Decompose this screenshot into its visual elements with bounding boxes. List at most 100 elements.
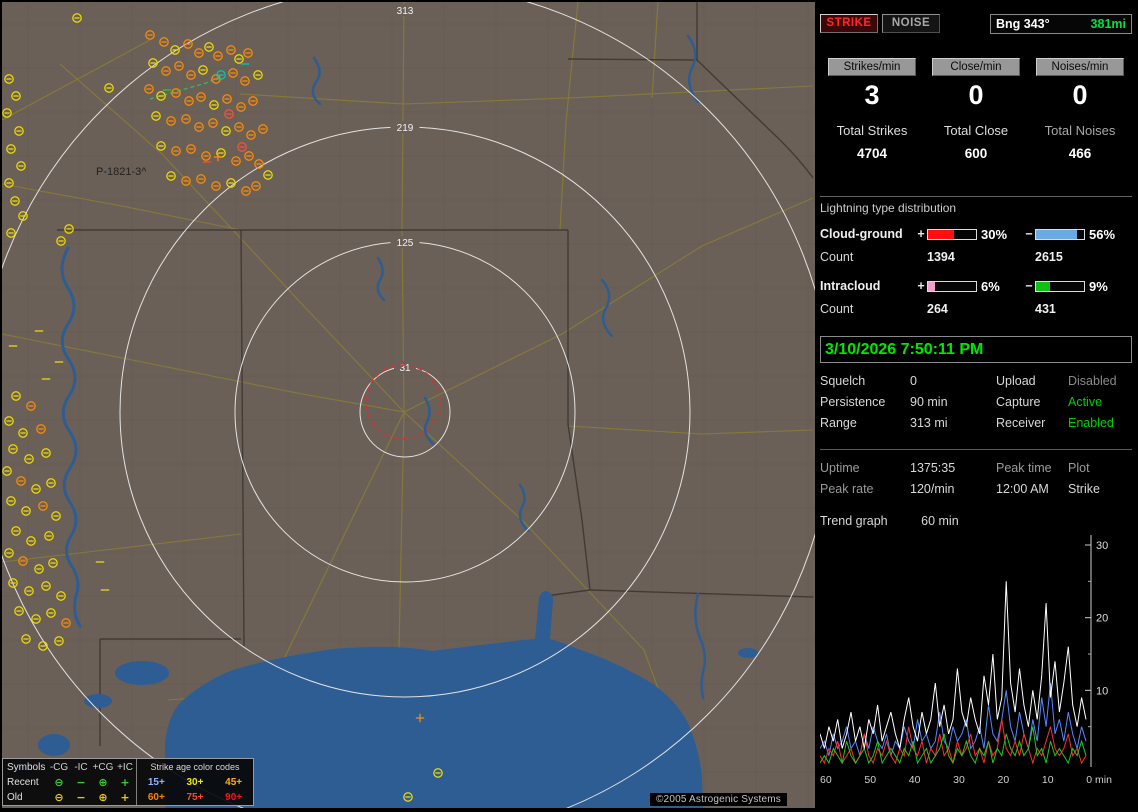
trend-y-tick-label: 10 (1096, 685, 1108, 697)
age-code: 45+ (225, 777, 243, 788)
map-legend: Symbols -CG -IC +CG +IC Strike age color… (2, 758, 254, 806)
neg-ic-icon: − (76, 776, 86, 789)
divider (820, 449, 1132, 450)
cloud-ground-counts: Count 1394 2615 (820, 247, 1132, 267)
status-label: Receiver (996, 416, 1046, 430)
noises-per-min-button[interactable]: Noises/min (1036, 58, 1124, 76)
status-label: Range (820, 416, 857, 430)
datetime-display: 3/10/2026 7:50:11 PM (820, 336, 1132, 363)
peak-rate-label: Peak rate (820, 482, 874, 496)
map-canvas[interactable]: 31125219313 P-1821-3^ (2, 2, 815, 808)
total-noises-value: 466 (1068, 146, 1092, 161)
negative-percent: 56% (1089, 226, 1116, 242)
legend-col-neg-ic: -IC (74, 761, 88, 773)
pos-cg-icon: ⊕ (98, 791, 108, 804)
trend-x-tick-label: 50 (864, 774, 877, 786)
cloud-ground-row: Cloud-ground + 30% − 56% (820, 223, 1132, 245)
age-code: 15+ (147, 777, 165, 788)
toolbar: STRIKE NOISE Bng 343° 381mi (820, 14, 1132, 36)
neg-ic-icon: − (76, 791, 86, 804)
trend-x-tick-label: 10 (1041, 774, 1054, 786)
negative-count: 2615 (1035, 250, 1063, 264)
map-view[interactable]: 31 125 219 313 P-1821-3^ Symbols -CG -IC +C… (2, 2, 815, 808)
trend-x-tick-label: 30 (953, 774, 965, 786)
negative-percent: 9% (1089, 278, 1108, 294)
close-per-min-button[interactable]: Close/min (932, 58, 1020, 76)
trend-series-noise (819, 726, 1087, 765)
status-value: Enabled (1068, 416, 1114, 430)
range-ring-label: 125 (397, 238, 414, 249)
status-value: 0 (910, 374, 917, 388)
legend-col-neg-cg: -CG (49, 761, 69, 773)
plus-sign: + (917, 227, 925, 241)
strikes-per-min-value: 3 (864, 80, 880, 110)
peak-time-value: 12:00 AM (996, 482, 1049, 496)
copyright: ©2005 Astrogenic Systems (649, 793, 787, 806)
trend-y-tick-label: 30 (1096, 540, 1108, 552)
trend-x-tick-label: 40 (908, 774, 921, 786)
legend-row-old: Old ⊖ − ⊕ + 60+ 75+ 90+ (3, 790, 253, 805)
bearing-range: 381mi (1090, 17, 1126, 31)
total-strikes-label: Total Strikes (836, 123, 908, 138)
range-ring-label: 313 (397, 6, 414, 17)
pos-cg-icon: ⊕ (98, 776, 108, 789)
close-per-min-value: 0 (968, 80, 984, 110)
minus-sign: − (1025, 279, 1033, 293)
bearing-value: Bng 343° (996, 17, 1050, 31)
age-code: 60+ (147, 792, 165, 803)
pos-ic-icon: + (120, 791, 130, 804)
status-value: Active (1068, 395, 1103, 409)
age-code: 75+ (186, 792, 204, 803)
legend-age-title: Strike age color codes (136, 759, 253, 775)
neg-cg-icon: ⊖ (54, 776, 64, 789)
minus-sign: − (1025, 227, 1033, 241)
trend-graph: 10 20 30 (819, 533, 1120, 770)
neg-cg-icon: ⊖ (54, 791, 64, 804)
status-grid: Squelch 0 Upload Disabled Persistence 90… (820, 374, 1132, 430)
lake (115, 661, 169, 685)
total-noises-label: Total Noises (1044, 123, 1116, 138)
trend-window: 60 min (921, 514, 959, 528)
status-value: 313 mi (910, 416, 948, 430)
legend-col-pos-ic: +IC (117, 761, 133, 773)
total-close-label: Total Close (943, 123, 1009, 138)
noises-column: Noises/min 0 Total Noises 466 (1028, 58, 1132, 161)
legend-row-recent: Recent ⊖ − ⊕ + 15+ 30+ 45+ (3, 775, 253, 790)
status-label: Upload (996, 374, 1036, 388)
negative-bar (1035, 228, 1085, 240)
positive-count: 1394 (927, 250, 955, 264)
noise-button[interactable]: NOISE (882, 14, 940, 33)
range-ring-label: 219 (397, 123, 414, 134)
side-panel: STRIKE NOISE Bng 343° 381mi Strikes/min … (818, 2, 1136, 810)
intracloud-row: Intracloud + 6% − 9% (820, 275, 1132, 297)
trend-graph-label: Trend graph 60 min (820, 514, 959, 528)
positive-count: 264 (927, 302, 948, 316)
status-value: Disabled (1068, 374, 1117, 388)
positive-bar (927, 228, 977, 240)
uptime-value: 1375:35 (910, 461, 956, 475)
strike-button[interactable]: STRIKE (820, 14, 878, 33)
lake (84, 694, 112, 708)
trend-x-tick-label: 20 (997, 774, 1010, 786)
trend-x-tick-label: 0 min (1086, 774, 1112, 786)
storm-cell-label: P-1821-3^ (96, 166, 147, 178)
lake (38, 734, 70, 756)
status-label: Persistence (820, 395, 886, 409)
total-strikes-value: 4704 (856, 146, 888, 161)
distribution-section: Lightning type distribution Cloud-ground… (820, 196, 1132, 319)
strikes-per-min-button[interactable]: Strikes/min (828, 58, 916, 76)
trend-x-axis: 60 50 40 30 20 10 0 min (820, 774, 1112, 786)
positive-percent: 6% (981, 278, 1000, 294)
close-column: Close/min 0 Total Close 600 (924, 58, 1028, 161)
trend-x-tick-label: 60 (820, 774, 832, 786)
negative-count: 431 (1035, 302, 1056, 316)
uptime-grid: Uptime 1375:35 Peak time Plot Peak rate … (820, 461, 1132, 496)
distribution-title: Lightning type distribution (820, 196, 1132, 215)
strikes-column: Strikes/min 3 Total Strikes 4704 (820, 58, 924, 161)
count-label: Count (820, 250, 854, 264)
plot-value: Strike (1068, 482, 1100, 496)
positive-bar (927, 280, 977, 292)
noises-per-min-value: 0 (1072, 80, 1088, 110)
plus-sign: + (917, 279, 925, 293)
uptime-label: Uptime (820, 461, 860, 475)
